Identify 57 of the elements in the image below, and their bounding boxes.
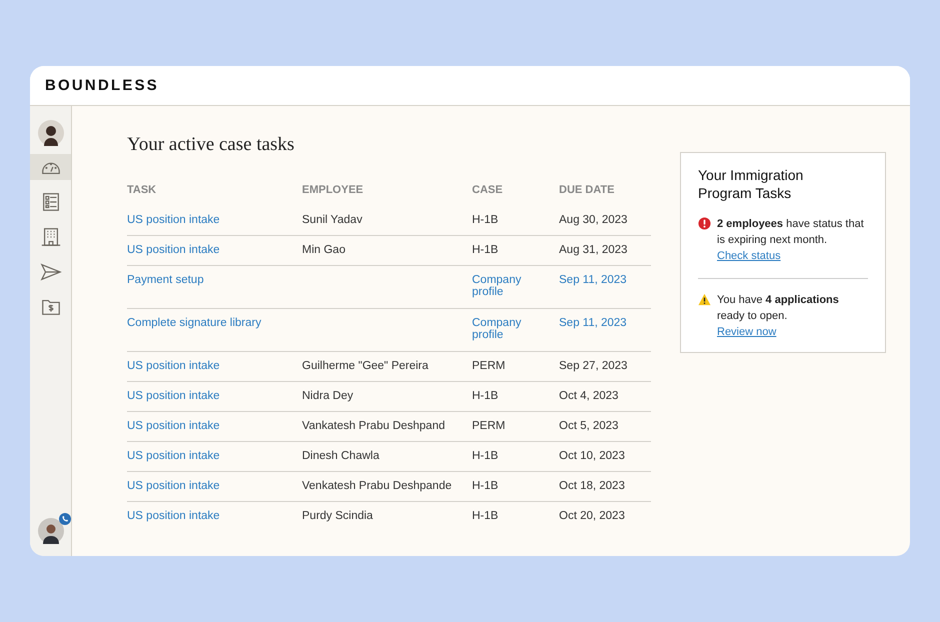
table-cell: H-1B <box>472 510 498 522</box>
table-cell: PERM <box>472 420 506 432</box>
table-cell: Guilherme "Gee" Pereira <box>302 360 428 372</box>
table-cell: Purdy Scindia <box>302 510 373 522</box>
table-cell: Oct 5, 2023 <box>559 420 618 432</box>
table-cell: Oct 18, 2023 <box>559 480 625 492</box>
task-link[interactable]: US position intake <box>127 480 220 492</box>
page-title: Your active case tasks <box>127 134 296 156</box>
phone-icon <box>58 513 70 525</box>
table-cell: Oct 10, 2023 <box>559 450 625 462</box>
table-cell: Min Gao <box>302 244 346 256</box>
task-link[interactable]: Complete signature library <box>127 317 262 329</box>
task-link[interactable]: US position intake <box>127 214 220 226</box>
table-cell: Venkatesh Prabu Deshpande <box>302 480 452 492</box>
column-header: EMPLOYEE <box>302 183 364 198</box>
table-cell: Aug 30, 2023 <box>559 214 628 226</box>
table-cell: Sunil Yadav <box>302 214 362 226</box>
table-cell: Nidra Dey <box>302 390 354 402</box>
table-cell: Aug 31, 2023 <box>559 244 628 256</box>
panel-title: Your Immigration Program Tasks <box>698 166 804 202</box>
due-date-link[interactable]: Sep 11, 2023 <box>559 274 627 286</box>
task-link[interactable]: US position intake <box>127 510 220 522</box>
task-link[interactable]: US position intake <box>127 360 220 372</box>
building-icon <box>40 226 62 248</box>
table-cell: Sep 27, 2023 <box>559 360 628 372</box>
task-link[interactable]: US position intake <box>127 244 220 256</box>
table-cell: Dinesh Chawla <box>302 450 380 462</box>
nav-item[interactable] <box>30 154 71 180</box>
table-cell: H-1B <box>472 390 498 402</box>
column-header: CASE <box>472 183 504 198</box>
table-cell: Oct 20, 2023 <box>559 510 625 522</box>
warning-icon <box>698 293 711 306</box>
alert-link[interactable]: Check status <box>717 248 781 264</box>
task-link[interactable]: US position intake <box>127 450 220 462</box>
task-link[interactable]: US position intake <box>127 390 220 402</box>
alert-message: 2 employees have status that is expiring next month. <box>717 217 865 248</box>
send-icon <box>40 261 62 283</box>
error-icon <box>698 217 711 230</box>
column-header: DUE DATE <box>559 183 616 198</box>
case-link[interactable]: Company profile <box>472 317 532 341</box>
table-cell: Oct 4, 2023 <box>559 390 618 402</box>
alert-message: You have 4 applications ready to open. <box>717 293 840 324</box>
table-cell: H-1B <box>472 244 498 256</box>
table-cell: H-1B <box>472 480 498 492</box>
alert-link[interactable]: Review now <box>717 324 776 340</box>
user-avatar[interactable] <box>38 120 64 146</box>
table-cell: H-1B <box>472 450 498 462</box>
agent-avatar[interactable] <box>38 518 64 544</box>
table-cell: PERM <box>472 360 506 372</box>
task-link[interactable]: Payment setup <box>127 274 204 286</box>
task-link[interactable]: US position intake <box>127 420 220 432</box>
logo: BOUNDLESS <box>45 77 159 94</box>
table-cell: H-1B <box>472 214 498 226</box>
due-date-link[interactable]: Sep 11, 2023 <box>559 317 627 329</box>
case-link[interactable]: Company profile <box>472 274 532 298</box>
column-header: TASK <box>127 183 158 198</box>
table-cell: Vankatesh Prabu Deshpand <box>302 420 445 432</box>
